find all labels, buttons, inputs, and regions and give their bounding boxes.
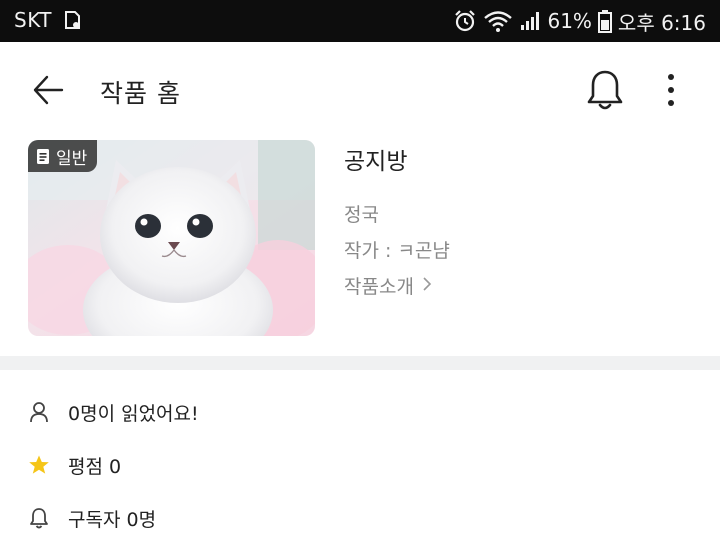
work-author: 작가 : ㅋ곤냠 (344, 240, 450, 262)
subscribers-stat: 구독자 0명 (28, 502, 156, 534)
battery-percent: 61% (547, 9, 592, 33)
document-icon (36, 148, 50, 165)
notification-button[interactable] (583, 68, 627, 116)
intro-link-label: 작품소개 (344, 276, 414, 298)
back-button[interactable] (28, 72, 68, 112)
more-options-button[interactable] (656, 70, 686, 114)
work-intro-link[interactable]: 작품소개 (344, 272, 432, 299)
more-vertical-icon (667, 73, 675, 111)
app-header: 작품 홈 (0, 42, 720, 142)
cover-image[interactable]: 일반 (28, 140, 315, 336)
rating-stat: 평점 0 (28, 449, 121, 481)
person-icon (28, 401, 50, 423)
carrier-label: SKT (14, 8, 52, 32)
arrow-left-icon (32, 75, 64, 109)
work-title: 공지방 (344, 149, 408, 175)
alarm-icon (453, 9, 477, 33)
clock: 오후 6:16 (617, 10, 706, 35)
section-divider (0, 356, 720, 370)
category-badge: 일반 (28, 140, 98, 172)
status-right-group: 61% 오후 6:16 (453, 8, 706, 35)
battery-icon (597, 9, 612, 33)
signal-icon (519, 10, 541, 32)
readers-stat: 0명이 읽었어요! (28, 396, 199, 428)
page-title: 작품 홈 (100, 79, 181, 108)
wifi-icon (483, 9, 513, 33)
badge-label: 일반 (56, 148, 88, 169)
bell-icon (586, 69, 624, 115)
star-icon (28, 454, 50, 476)
work-genre: 정국 (344, 204, 379, 226)
status-bar: SKT 61% 오후 6:16 (0, 0, 720, 42)
chevron-right-icon (422, 275, 432, 297)
subscribers-count: 구독자 0명 (68, 508, 157, 531)
sim-card-icon (63, 10, 83, 30)
rating-value: 평점 0 (68, 455, 122, 478)
bell-small-icon (28, 507, 50, 529)
readers-count: 0명이 읽었어요! (68, 402, 199, 425)
